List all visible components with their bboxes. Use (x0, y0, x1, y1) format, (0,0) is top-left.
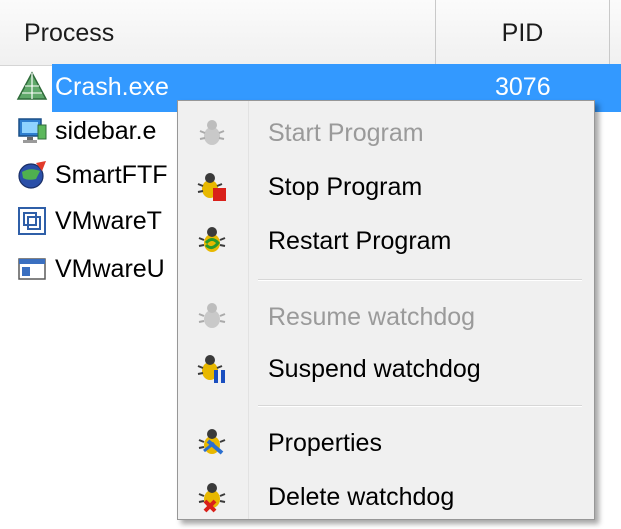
bug-restart-icon (198, 227, 226, 252)
menu-separator (258, 279, 582, 281)
monitor-icon (18, 118, 47, 143)
menu-item-delete-watchdog[interactable]: Delete watchdog (180, 471, 592, 523)
process-name: sidebar.e (55, 117, 157, 145)
menu-item-label: Resume watchdog (268, 303, 476, 331)
column-header-pid-label: PID (501, 18, 544, 47)
process-name: VMwareT (55, 207, 162, 235)
bug-properties-icon (198, 429, 226, 455)
window-icon (18, 258, 46, 280)
list-header: Process PID (0, 0, 621, 66)
column-header-process-label: Process (24, 18, 115, 47)
menu-item-stop-program[interactable]: Stop Program (180, 161, 592, 213)
globe-icon (18, 161, 46, 189)
menu-item-suspend-watchdog[interactable]: Suspend watchdog (180, 343, 592, 395)
context-menu: Start Program Stop Program Restart Progr… (177, 100, 595, 520)
process-name: Crash.exe (55, 73, 169, 101)
menu-item-label: Stop Program (268, 173, 423, 201)
process-name: VMwareU (55, 255, 165, 283)
menu-item-start-program[interactable]: Start Program (180, 107, 592, 159)
menu-item-label: Delete watchdog (268, 483, 455, 511)
column-header-process[interactable]: Process (0, 0, 436, 66)
menu-item-label: Restart Program (268, 227, 452, 255)
vmware-icon (18, 207, 46, 235)
process-name: SmartFTF (55, 161, 168, 189)
menu-item-label: Properties (268, 429, 382, 457)
menu-item-label: Suspend watchdog (268, 355, 481, 383)
menu-item-resume-watchdog[interactable]: Resume watchdog (180, 291, 592, 343)
bug-suspend-icon (197, 355, 225, 383)
menu-item-restart-program[interactable]: Restart Program (180, 215, 592, 267)
bug-start-icon (199, 120, 225, 145)
column-header-extra[interactable] (610, 0, 621, 66)
menu-item-label: Start Program (268, 119, 424, 147)
bug-resume-icon (198, 303, 226, 328)
process-pid: 3076 (495, 73, 551, 101)
pyramid-icon (16, 71, 48, 100)
menu-item-properties[interactable]: Properties (180, 417, 592, 469)
bug-delete-icon (198, 483, 226, 513)
column-header-pid[interactable]: PID (436, 0, 610, 66)
bug-stop-icon (197, 173, 226, 201)
menu-separator (258, 405, 582, 407)
